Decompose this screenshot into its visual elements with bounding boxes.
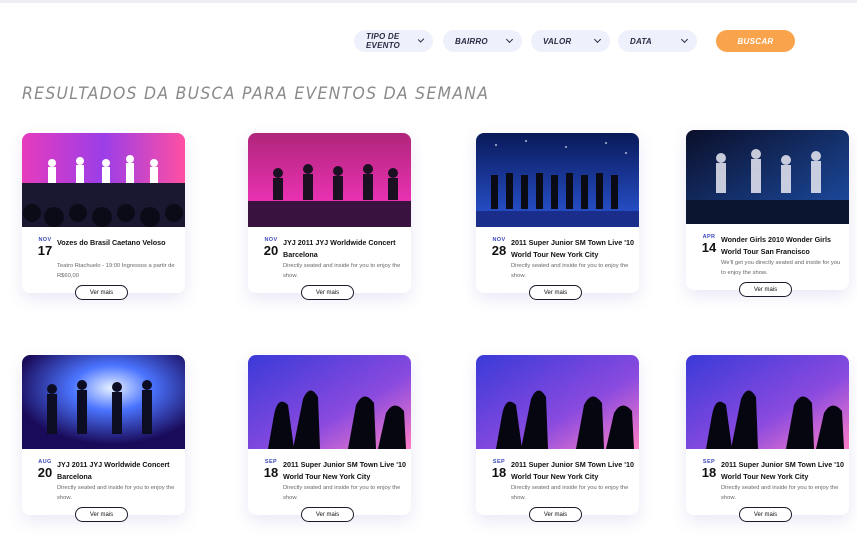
event-date: SEP 18 [697,459,721,479]
event-title: 2011 Super Junior SM Town Live '10 World… [511,238,635,259]
event-description: Directly seated and inside for you to en… [511,485,629,501]
event-description: Teatro Riachuelo - 19:00 Ingressos a par… [57,263,175,279]
filter-label: VALOR [543,36,572,46]
event-date: NOV 17 [33,237,57,257]
see-more-button[interactable]: Ver mais [75,285,128,300]
event-day: 17 [37,243,53,258]
event-title: 2011 Super Junior SM Town Live '10 World… [283,460,407,481]
chevron-down-icon [417,36,425,43]
event-image [476,133,639,227]
search-button[interactable]: BUSCAR [716,30,795,52]
filter-data[interactable]: DATA [618,30,697,52]
event-title: 2011 Super Junior SM Town Live '10 World… [511,460,635,481]
event-description: Directly seated and inside for you to en… [283,485,401,501]
event-day: 28 [491,243,507,258]
event-image [22,355,185,449]
event-date: SEP 18 [259,459,283,479]
see-more-button[interactable]: Ver mais [739,282,792,297]
chevron-down-icon [680,35,689,44]
see-more-button[interactable]: Ver mais [739,507,792,522]
event-image [476,355,639,449]
event-title: Wonder Girls 2010 Wonder Girls World Tou… [721,235,831,256]
event-card[interactable]: SEP 18 2011 Super Junior SM Town Live '1… [248,355,411,522]
filter-label: DATA [630,36,652,46]
event-day: 18 [701,465,717,480]
event-image [248,355,411,449]
event-description: Directly seated and inside for you to en… [57,485,175,501]
top-divider [0,0,857,3]
event-date: NOV 28 [487,237,511,257]
event-card[interactable]: NOV 28 2011 Super Junior SM Town Live '1… [476,133,639,300]
chevron-down-icon [593,35,602,44]
event-description: Directly seated and inside for you to en… [511,263,629,279]
see-more-button[interactable]: Ver mais [529,285,582,300]
event-day: 14 [701,240,717,255]
event-image [686,130,849,224]
event-title: JYJ 2011 JYJ Worldwide Concert Barcelona [57,460,170,481]
event-card[interactable]: SEP 18 2011 Super Junior SM Town Live '1… [686,355,849,522]
event-card[interactable]: APR 14 Wonder Girls 2010 Wonder Girls Wo… [686,130,849,297]
event-image [22,133,185,227]
filter-label: BAIRRO [455,36,488,46]
event-title: Vozes do Brasil Caetano Veloso [57,238,166,247]
event-day: 18 [491,465,507,480]
see-more-button[interactable]: Ver mais [301,507,354,522]
event-date: SEP 18 [487,459,511,479]
filter-tipo-de-evento[interactable]: TIPO DE EVENTO [354,30,433,52]
see-more-button[interactable]: Ver mais [301,285,354,300]
event-title: 2011 Super Junior SM Town Live '10 World… [721,460,845,481]
event-date: AUG 20 [33,459,57,479]
event-day: 20 [263,243,279,258]
filter-bairro[interactable]: BAIRRO [443,30,522,52]
filter-label: TIPO DE EVENTO [366,32,400,50]
event-description: Directly seated and inside for you to en… [283,263,401,279]
event-image [248,133,411,227]
event-card[interactable]: NOV 17 Vozes do Brasil Caetano Veloso Te… [22,133,185,300]
see-more-button[interactable]: Ver mais [75,507,128,522]
event-description: Directly seated and inside for you to en… [721,485,839,501]
event-card[interactable]: AUG 20 JYJ 2011 JYJ Worldwide Concert Ba… [22,355,185,522]
event-image [686,355,849,449]
chevron-down-icon [505,35,514,44]
event-card[interactable]: NOV 20 JYJ 2011 JYJ Worldwide Concert Ba… [248,133,411,300]
event-day: 20 [37,465,53,480]
event-day: 18 [263,465,279,480]
see-more-button[interactable]: Ver mais [529,507,582,522]
event-date: NOV 20 [259,237,283,257]
event-card[interactable]: SEP 18 2011 Super Junior SM Town Live '1… [476,355,639,522]
event-description: We'll get you directly seated and inside… [721,260,841,276]
event-title: JYJ 2011 JYJ Worldwide Concert Barcelona [283,238,396,259]
event-date: APR 14 [697,234,721,254]
filter-valor[interactable]: VALOR [531,30,610,52]
page-title: RESULTADOS DA BUSCA PARA EVENTOS DA SEMA… [22,84,490,104]
